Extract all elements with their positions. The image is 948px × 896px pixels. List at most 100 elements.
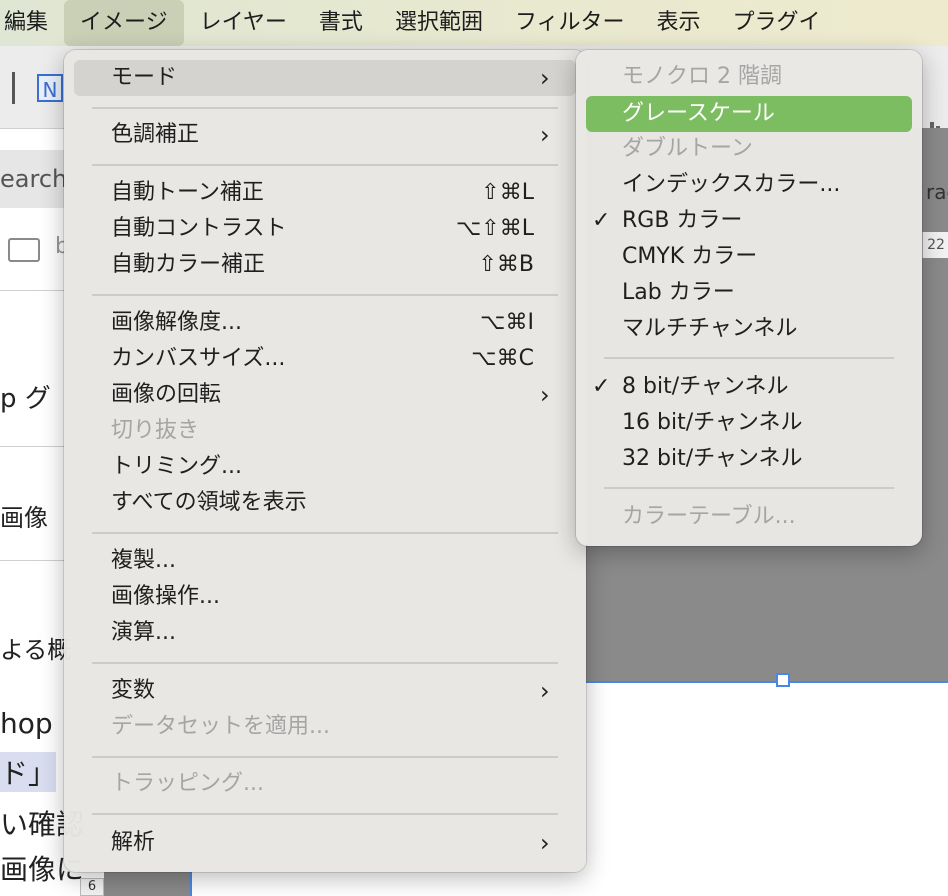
canvas-selection-edge xyxy=(586,681,948,683)
submenu-item-rgb-color[interactable]: ✓ RGB カラー xyxy=(586,203,912,239)
submenu-item-lab-color[interactable]: Lab カラー xyxy=(586,275,912,311)
menu-item-label: カンバスサイズ... xyxy=(111,346,286,371)
page-text-fragment: 画像 xyxy=(0,504,48,532)
menu-item-label: 切り抜き xyxy=(111,418,200,443)
menubar-filter[interactable]: フィルター xyxy=(499,0,641,46)
chevron-right-icon: › xyxy=(540,381,550,409)
menu-separator xyxy=(92,532,558,534)
submenu-item-grayscale[interactable]: グレースケール xyxy=(586,96,912,132)
menu-item-label: トリミング... xyxy=(111,454,242,479)
menu-item-trim[interactable]: トリミング... xyxy=(64,449,586,485)
page-text-fragment: よる概 xyxy=(0,636,72,664)
menu-separator xyxy=(92,294,558,296)
page-text-highlight: ド」 xyxy=(0,752,57,792)
submenu-item-32bit[interactable]: 32 bit/チャンネル xyxy=(586,441,912,477)
menu-item-label: トラッピング... xyxy=(111,771,264,796)
menu-separator xyxy=(92,813,558,815)
menu-item-auto-contrast[interactable]: 自動コントラスト ⌥⇧⌘L xyxy=(64,211,586,247)
chevron-right-icon: › xyxy=(540,64,550,92)
menu-item-trap: トラッピング... xyxy=(64,766,586,802)
menubar-type[interactable]: 書式 xyxy=(303,0,379,46)
menu-item-label: マルチチャンネル xyxy=(622,316,798,341)
menu-item-label: 自動カラー補正 xyxy=(111,252,266,277)
shortcut-label: ⌥⌘I xyxy=(480,310,534,335)
menu-item-image-rotation[interactable]: 画像の回転 › xyxy=(64,377,586,413)
menu-item-label: インデックスカラー... xyxy=(622,172,841,197)
menu-item-image-size[interactable]: 画像解像度... ⌥⌘I xyxy=(64,305,586,341)
menu-item-label: データセットを適用... xyxy=(111,714,330,739)
submenu-item-indexed-color[interactable]: インデックスカラー... xyxy=(586,167,912,203)
menubar-image[interactable]: イメージ xyxy=(64,0,184,46)
shortcut-label: ⇧⌘B xyxy=(478,252,534,277)
submenu-item-multichannel[interactable]: マルチチャンネル xyxy=(586,311,912,347)
toolbar-divider xyxy=(12,72,15,104)
menu-bar: 編集 イメージ レイヤー 書式 選択範囲 フィルター 表示 プラグイ xyxy=(0,0,948,46)
menu-separator xyxy=(92,756,558,758)
menu-item-label: カラーテーブル... xyxy=(622,504,796,529)
menu-item-label: 自動トーン補正 xyxy=(111,180,264,205)
menu-separator xyxy=(92,662,558,664)
menu-item-label: 演算... xyxy=(111,620,176,645)
menubar-layer[interactable]: レイヤー xyxy=(184,0,303,46)
chevron-right-icon: › xyxy=(540,677,550,705)
menu-item-label: 画像の回転 xyxy=(111,382,222,407)
menubar-plugins[interactable]: プラグイ xyxy=(717,0,837,46)
menu-item-label: モノクロ 2 階調 xyxy=(622,64,782,89)
shortcut-label: ⇧⌘L xyxy=(481,180,534,205)
image-menu: モード › 色調補正 › 自動トーン補正 ⇧⌘L 自動コントラスト ⌥⇧⌘L 自… xyxy=(64,50,586,872)
menubar-edit[interactable]: 編集 xyxy=(0,0,64,46)
menu-item-label: 複製... xyxy=(111,548,176,573)
menu-item-label: 8 bit/チャンネル xyxy=(622,374,789,399)
menu-item-label: すべての領域を表示 xyxy=(111,490,307,515)
menu-item-label: 画像解像度... xyxy=(111,310,242,335)
submenu-item-8bit[interactable]: ✓ 8 bit/チャンネル xyxy=(586,369,912,405)
ruler-mark: 22 xyxy=(922,232,948,258)
menu-item-analysis[interactable]: 解析 › xyxy=(64,825,586,861)
submenu-item-duotone: ダブルトーン xyxy=(586,131,912,167)
menu-item-label: モード xyxy=(111,65,178,90)
submenu-item-bitmap: モノクロ 2 階調 xyxy=(586,59,912,95)
menu-item-adjustments[interactable]: 色調補正 › xyxy=(64,117,586,153)
n-badge[interactable]: N xyxy=(37,74,63,102)
menubar-select[interactable]: 選択範囲 xyxy=(379,0,499,46)
mode-submenu: モノクロ 2 階調 グレースケール ダブルトーン インデックスカラー... ✓ … xyxy=(576,50,922,546)
menu-item-label: 16 bit/チャンネル xyxy=(622,410,803,435)
menu-item-label: 解析 xyxy=(111,830,156,855)
shortcut-label: ⌥⌘C xyxy=(471,346,534,371)
folder-icon[interactable] xyxy=(8,238,40,262)
ruler-mark: 6 xyxy=(80,878,104,896)
transform-handle[interactable] xyxy=(776,673,790,687)
menu-item-apply-image[interactable]: 画像操作... xyxy=(64,579,586,615)
menu-item-label: 自動コントラスト xyxy=(111,216,287,241)
menu-item-canvas-size[interactable]: カンバスサイズ... ⌥⌘C xyxy=(64,341,586,377)
menu-item-duplicate[interactable]: 複製... xyxy=(64,543,586,579)
menu-item-apply-dataset: データセットを適用... xyxy=(64,709,586,745)
menu-item-label: CMYK カラー xyxy=(622,244,758,269)
menu-separator xyxy=(92,164,558,166)
canvas-fragment xyxy=(104,872,192,896)
submenu-item-cmyk-color[interactable]: CMYK カラー xyxy=(586,239,912,275)
menu-separator xyxy=(604,487,894,489)
menu-separator xyxy=(92,107,558,109)
menu-item-auto-tone[interactable]: 自動トーン補正 ⇧⌘L xyxy=(64,175,586,211)
menu-item-reveal-all[interactable]: すべての領域を表示 xyxy=(64,485,586,521)
panel-label-fragment: rac xyxy=(926,180,948,204)
submenu-item-16bit[interactable]: 16 bit/チャンネル xyxy=(586,405,912,441)
checkmark-icon: ✓ xyxy=(592,208,611,233)
menu-item-label: 色調補正 xyxy=(111,122,200,147)
menu-item-label: ダブルトーン xyxy=(622,136,753,161)
page-text-fragment: p グ xyxy=(0,384,51,414)
chevron-right-icon: › xyxy=(540,829,550,857)
menu-item-label: 変数 xyxy=(111,678,156,703)
menu-item-mode[interactable]: モード › xyxy=(74,60,576,96)
menu-item-calculations[interactable]: 演算... xyxy=(64,615,586,651)
menu-item-auto-color[interactable]: 自動カラー補正 ⇧⌘B xyxy=(64,247,586,283)
chevron-right-icon: › xyxy=(540,121,550,149)
menubar-view[interactable]: 表示 xyxy=(641,0,717,46)
menu-item-label: 画像操作... xyxy=(111,584,220,609)
canvas-selection-edge xyxy=(190,872,192,896)
menu-item-variables[interactable]: 変数 › xyxy=(64,673,586,709)
shortcut-label: ⌥⇧⌘L xyxy=(455,216,534,241)
page-text-fragment: hop xyxy=(0,707,53,740)
checkmark-icon: ✓ xyxy=(592,374,611,399)
